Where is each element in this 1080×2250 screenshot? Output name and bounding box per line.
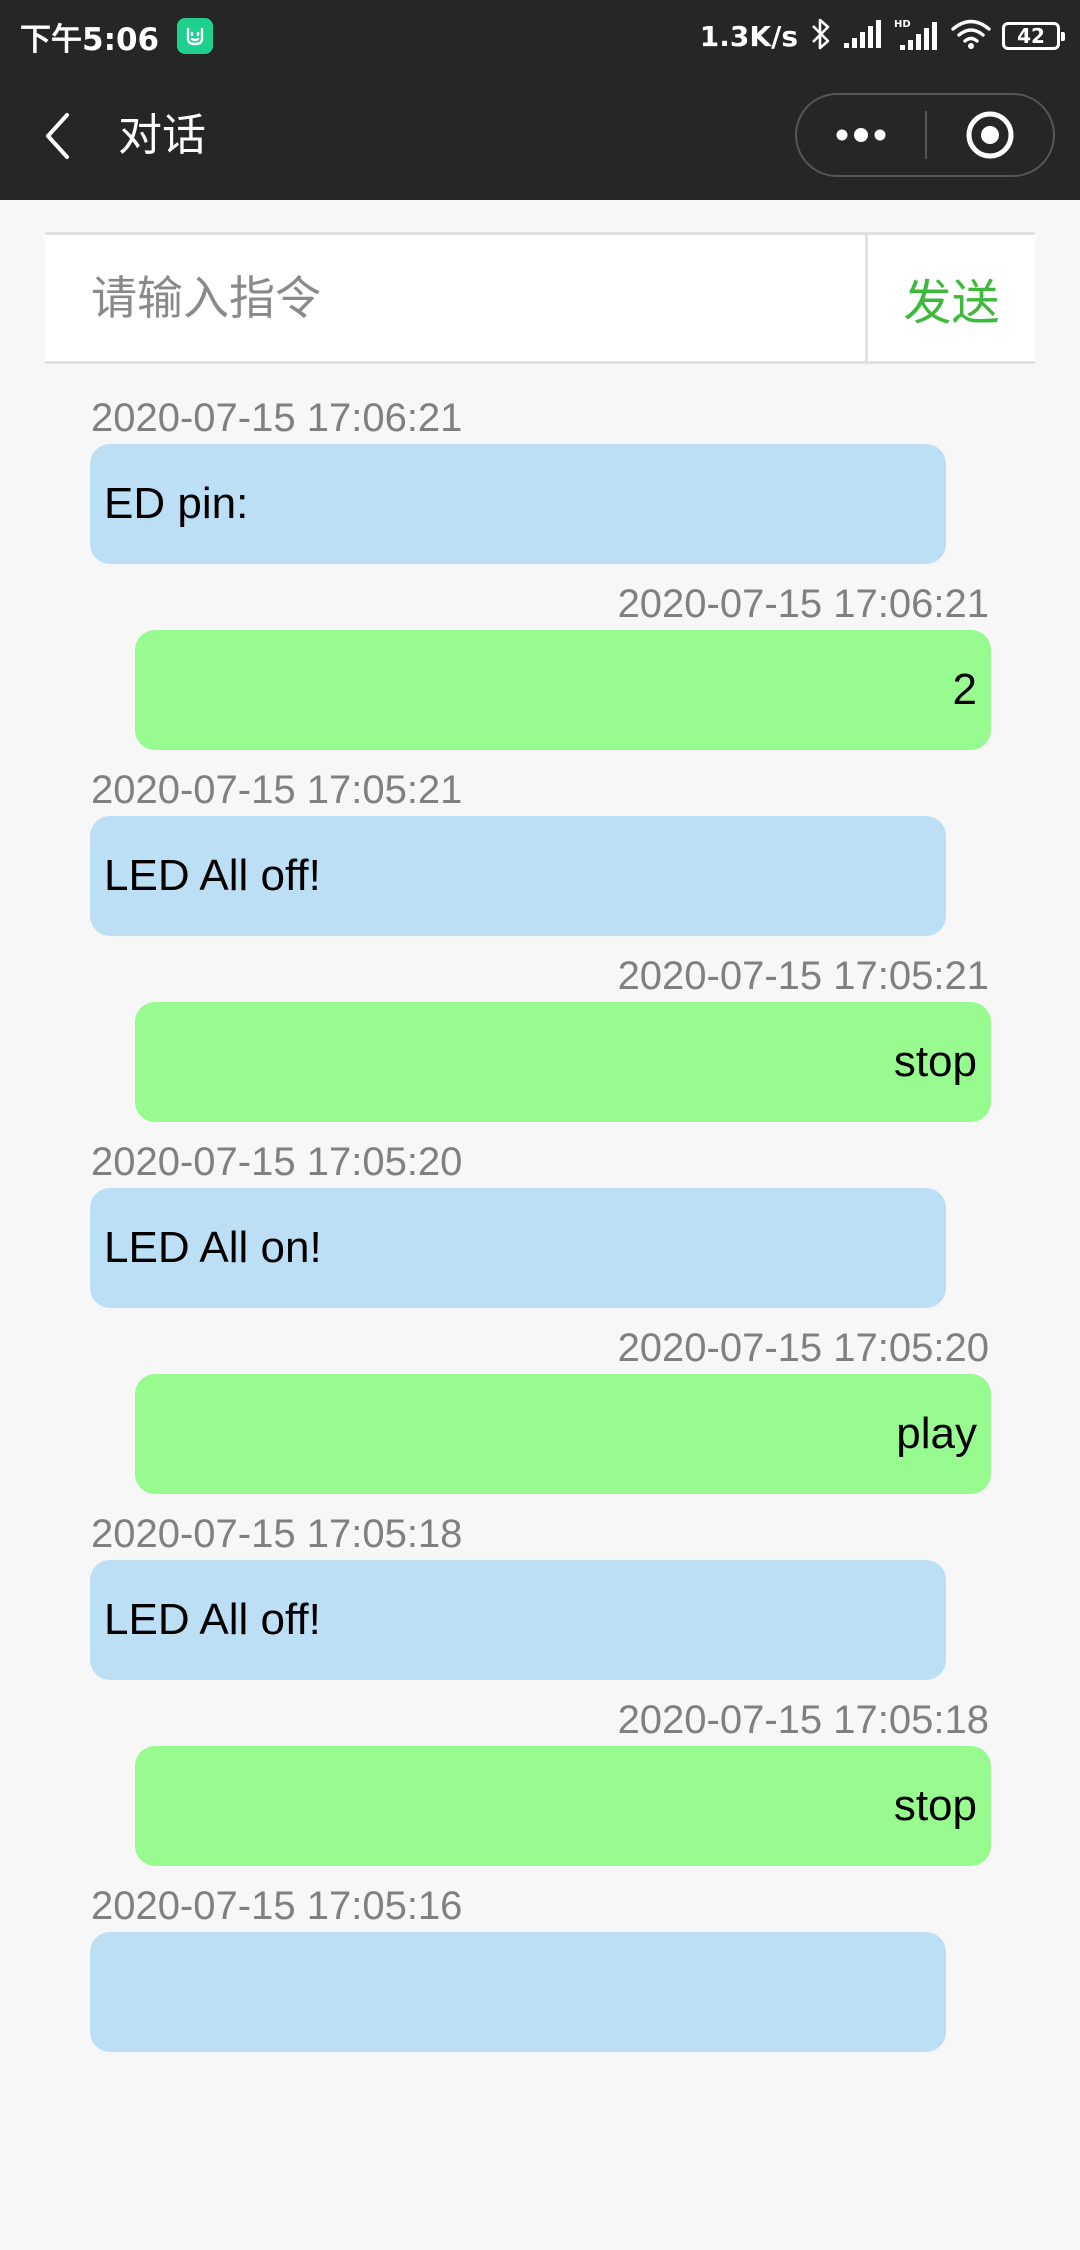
sent-message: 2020-07-15 17:05:21 stop <box>0 948 1080 1134</box>
sent-message: 2020-07-15 17:05:18 stop <box>0 1692 1080 1878</box>
message-timestamp: 2020-07-15 17:06:21 <box>91 396 463 440</box>
back-button[interactable] <box>30 108 86 164</box>
sent-bubble: stop <box>135 1002 991 1122</box>
message-timestamp: 2020-07-15 17:05:21 <box>91 768 463 812</box>
status-time: 下午5:06 <box>20 21 160 58</box>
sent-bubble: 2 <box>135 630 991 750</box>
net-speed: 1.3K/s <box>699 19 798 53</box>
received-message: 2020-07-15 17:06:21 ED pin: <box>0 390 1080 576</box>
back-arrow-icon <box>46 113 69 159</box>
sent-message: 2020-07-15 17:05:20 play <box>0 1320 1080 1506</box>
send-button[interactable]: 发送 <box>865 235 1035 361</box>
page-title: 对话 <box>118 110 206 161</box>
received-bubble: LED All on! <box>90 1188 946 1308</box>
status-right: 1.3K/s HD 42 <box>699 14 1065 58</box>
received-message: 2020-07-15 17:05:18 LED All off! <box>0 1506 1080 1692</box>
received-bubble <box>90 1932 946 2052</box>
message-pair: 2020-07-15 17:05:21 LED All off! 2020-07… <box>0 762 1080 1134</box>
message-pair: 2020-07-15 17:05:18 LED All off! 2020-07… <box>0 1506 1080 1878</box>
message-timestamp: 2020-07-15 17:05:18 <box>91 1512 463 1556</box>
received-bubble: LED All off! <box>90 816 946 936</box>
message-pair: 2020-07-15 17:05:16 <box>0 1878 1080 2250</box>
bluetooth-icon <box>810 17 832 55</box>
received-bubble: LED All off! <box>90 1560 946 1680</box>
message-timestamp: 2020-07-15 17:05:18 <box>617 1698 989 1742</box>
command-input[interactable] <box>45 235 865 361</box>
message-timestamp: 2020-07-15 17:05:21 <box>617 954 989 998</box>
received-message: 2020-07-15 17:05:20 LED All on! <box>0 1134 1080 1320</box>
wifi-icon <box>950 17 992 55</box>
status-left: 下午5:06 <box>20 14 214 58</box>
message-pair: 2020-07-15 17:05:20 LED All on! 2020-07-… <box>0 1134 1080 1506</box>
battery-icon: 42 <box>1002 22 1065 50</box>
message-timestamp: 2020-07-15 17:05:16 <box>91 1884 463 1928</box>
received-message: 2020-07-15 17:05:16 <box>0 1878 1080 2064</box>
close-target-icon <box>966 111 1014 159</box>
sent-bubble: play <box>135 1374 991 1494</box>
battery-level: 42 <box>1017 24 1045 48</box>
message-timestamp: 2020-07-15 17:05:20 <box>617 1326 989 1370</box>
received-bubble: ED pin: <box>90 444 946 564</box>
more-dots-icon <box>836 128 886 142</box>
message-timestamp: 2020-07-15 17:05:20 <box>91 1140 463 1184</box>
sent-message: 2020-07-15 17:06:21 2 <box>0 576 1080 762</box>
command-input-bar: 发送 <box>45 232 1035 364</box>
close-button[interactable] <box>927 95 1053 175</box>
nav-bar: 对话 <box>0 72 1080 200</box>
mi-home-icon <box>177 18 214 54</box>
received-message: 2020-07-15 17:05:21 LED All off! <box>0 762 1080 948</box>
message-timestamp: 2020-07-15 17:06:21 <box>617 582 989 626</box>
mini-program-capsule <box>795 93 1055 177</box>
sent-bubble: stop <box>135 1746 991 1866</box>
message-pair: 2020-07-15 17:06:21 ED pin: 2020-07-15 1… <box>0 390 1080 762</box>
svg-text:HD: HD <box>894 19 911 30</box>
more-button[interactable] <box>797 95 925 175</box>
signal-icon <box>842 19 884 53</box>
hd-signal-icon: HD <box>894 17 940 55</box>
message-list: 2020-07-15 17:06:21 ED pin: 2020-07-15 1… <box>0 390 1080 2250</box>
status-bar: 下午5:06 1.3K/s HD 42 <box>0 0 1080 72</box>
